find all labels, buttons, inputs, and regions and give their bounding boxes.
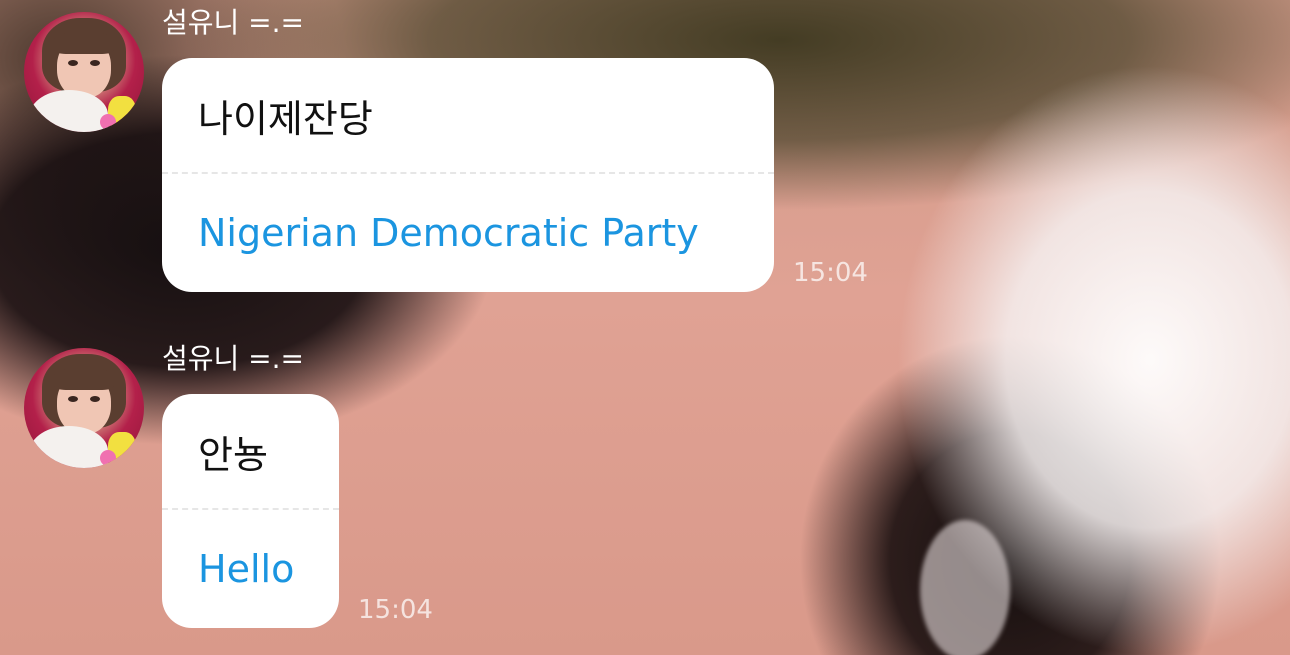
sender-avatar[interactable] — [24, 12, 144, 132]
avatar-eye — [90, 396, 100, 402]
translated-text: Hello — [198, 547, 295, 591]
avatar-toy — [100, 114, 116, 130]
original-text: 안뇽 — [198, 432, 268, 477]
avatar-bangs — [54, 32, 114, 54]
avatar-eye — [68, 60, 78, 66]
avatar-toy — [100, 450, 116, 466]
translated-text: Nigerian Democratic Party — [198, 211, 699, 255]
sender-avatar[interactable] — [24, 348, 144, 468]
avatar-fur — [30, 426, 108, 468]
avatar-bangs — [54, 368, 114, 390]
message-bubble[interactable]: 안뇽 Hello — [162, 394, 339, 628]
avatar-eye — [68, 396, 78, 402]
background-detail — [920, 520, 1010, 655]
message-timestamp: 15:04 — [793, 258, 868, 288]
sender-name[interactable]: 설유니 =.= — [162, 342, 304, 376]
original-text: 나이제잔당 — [198, 96, 373, 141]
avatar-fur — [30, 90, 108, 132]
message-bubble[interactable]: 나이제잔당 Nigerian Democratic Party — [162, 58, 774, 292]
chat-background: 설유니 =.= 나이제잔당 Nigerian Democratic Party … — [0, 0, 1290, 655]
message-timestamp: 15:04 — [358, 595, 433, 625]
sender-name[interactable]: 설유니 =.= — [162, 6, 304, 40]
avatar-eye — [90, 60, 100, 66]
